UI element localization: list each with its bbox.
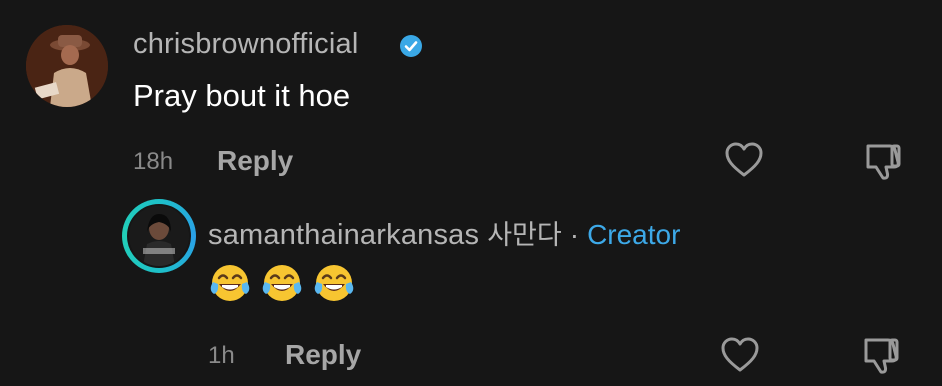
reply-button[interactable]: Reply [217,145,293,177]
creator-badge: Creator [587,219,681,250]
reply-header: samanthainarkansas 사만다 · Creator [208,213,680,252]
reply-nickname: 사만다 [487,220,562,251]
reply-timestamp: 1h [208,342,235,369]
dislike-button[interactable] [862,140,906,187]
dislike-button[interactable] [860,334,904,381]
verified-badge-icon [399,34,423,63]
avatar-chrisbrownofficial[interactable] [26,25,108,107]
like-button[interactable] [720,336,760,379]
avatar-samanthainarkansas[interactable] [127,204,191,268]
like-button[interactable] [724,141,764,184]
reply-emoji-text [208,262,356,306]
reply-username[interactable]: samanthainarkansas [208,219,479,252]
face-with-tears-of-joy-icon [314,265,354,301]
reply-button[interactable]: Reply [285,339,361,371]
thumbs-down-icon [866,144,901,180]
face-with-tears-of-joy-icon [262,265,302,301]
comment-timestamp: 18h [133,148,174,175]
face-with-tears-of-joy-icon [210,265,250,301]
comment-username[interactable]: chrisbrownofficial [133,28,359,61]
comment-text: Pray bout it hoe [133,78,351,113]
separator-dot: · [569,219,580,250]
avatar-image [129,206,189,266]
avatar-image [26,25,108,107]
heart-outline-icon [725,142,763,177]
heart-outline-icon [721,337,759,372]
thumbs-down-icon [864,338,899,374]
